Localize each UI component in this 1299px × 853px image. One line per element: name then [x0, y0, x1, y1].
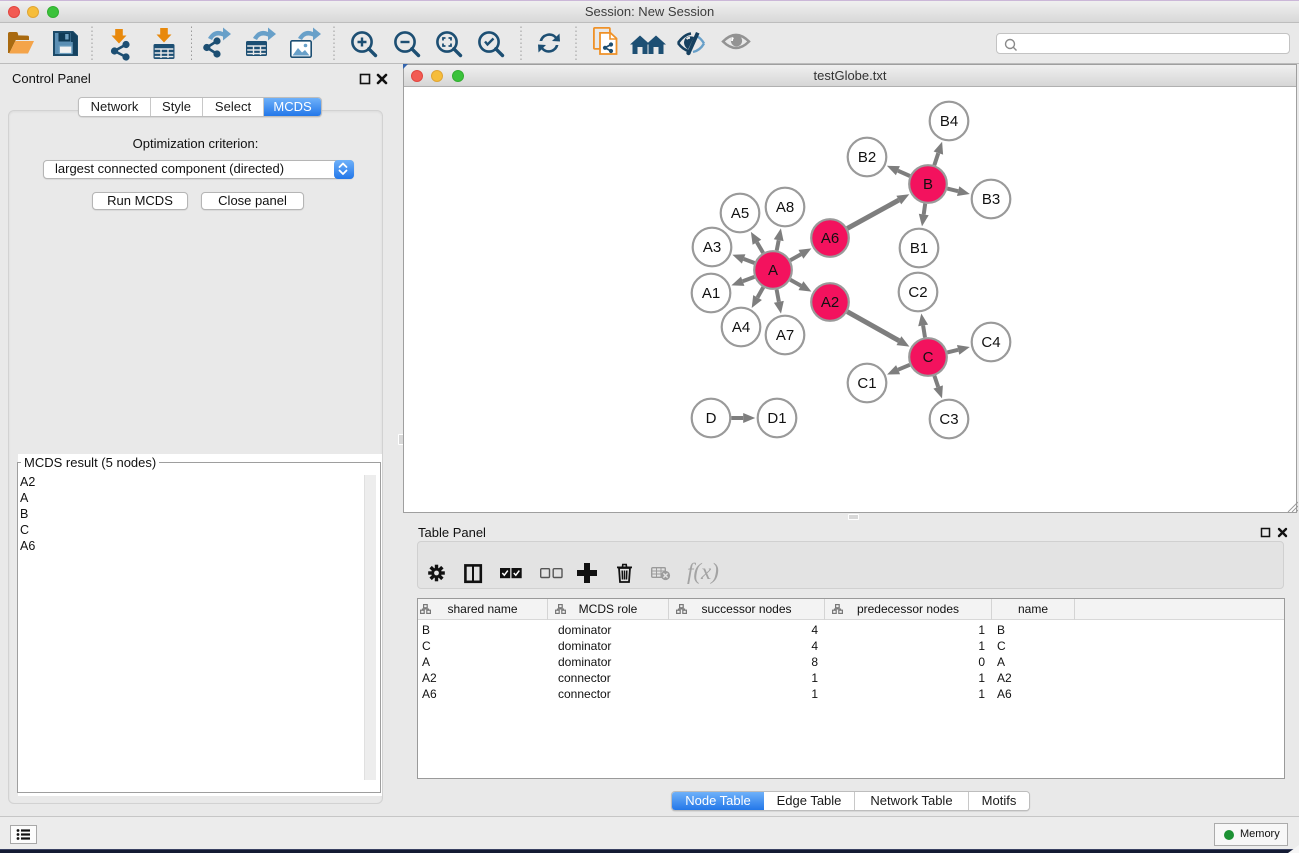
svg-text:f(x): f(x) [687, 559, 719, 584]
svg-text:A8: A8 [776, 199, 794, 216]
svg-text:A: A [768, 262, 778, 279]
svg-text:C1: C1 [857, 375, 876, 392]
svg-text:A5: A5 [731, 205, 749, 222]
svg-text:C3: C3 [939, 411, 958, 428]
svg-text:A6: A6 [821, 230, 839, 247]
svg-text:B1: B1 [910, 240, 928, 257]
svg-text:A2: A2 [821, 294, 839, 311]
svg-text:A7: A7 [776, 327, 794, 344]
svg-text:C4: C4 [981, 334, 1000, 351]
svg-text:A4: A4 [732, 319, 750, 336]
svg-text:D1: D1 [767, 410, 786, 427]
svg-text:B3: B3 [982, 191, 1000, 208]
svg-text:B: B [923, 176, 933, 193]
svg-text:A1: A1 [702, 285, 720, 302]
svg-text:B2: B2 [858, 149, 876, 166]
svg-text:A3: A3 [703, 239, 721, 256]
svg-text:D: D [706, 410, 717, 427]
svg-text:B4: B4 [940, 113, 958, 130]
svg-text:C: C [923, 349, 934, 366]
svg-text:C2: C2 [908, 284, 927, 301]
